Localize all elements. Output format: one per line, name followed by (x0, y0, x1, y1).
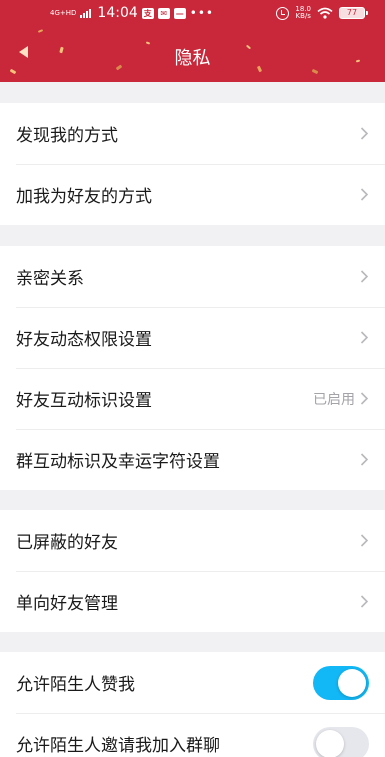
status-bar: 4G+HD 14:04 支 ✉ — ••• 18.0 KB/s 77 (0, 0, 385, 28)
row-label: 单向好友管理 (16, 594, 118, 614)
friend-interaction-badge-item[interactable]: 好友互动标识设置 已启用 (0, 368, 385, 429)
status-value: 已启用 (313, 391, 355, 408)
row-label: 群互动标识及幸运字符设置 (16, 452, 220, 472)
battery-icon: 77 (339, 7, 368, 19)
row-label: 加我为好友的方式 (16, 187, 152, 207)
add-friend-method-item[interactable]: 加我为好友的方式 (0, 164, 385, 225)
mail-notification-icon: ✉ (157, 7, 170, 19)
row-divider (16, 368, 385, 369)
chevron-right-icon (360, 392, 369, 405)
alipay-notification-icon: 支 (141, 7, 154, 19)
chevron-right-icon (360, 595, 369, 608)
row-label: 已屏蔽的好友 (16, 533, 118, 553)
app-notification-icon: — (173, 7, 186, 19)
allow-stranger-like-item: 允许陌生人赞我 (0, 652, 385, 713)
row-label: 允许陌生人邀请我加入群聊 (16, 736, 220, 756)
stranger-settings-group: 允许陌生人赞我 允许陌生人邀请我加入群聊 (0, 652, 385, 757)
chevron-right-icon (360, 127, 369, 140)
row-label: 发现我的方式 (16, 126, 118, 146)
row-label: 亲密关系 (16, 269, 84, 289)
confetti-decoration (37, 29, 44, 33)
discovery-settings-group: 发现我的方式 加我为好友的方式 (0, 103, 385, 225)
chevron-right-icon (360, 453, 369, 466)
status-time: 14:04 (97, 5, 138, 21)
friend-settings-group: 亲密关系 好友动态权限设置 好友互动标识设置 已启用 群互动标识及幸运字符设置 (0, 246, 385, 490)
row-divider (16, 164, 385, 165)
row-divider (16, 713, 385, 714)
toggle-knob (338, 669, 366, 697)
chevron-right-icon (360, 188, 369, 201)
row-divider (16, 307, 385, 308)
title-bar: 4G+HD 14:04 支 ✉ — ••• 18.0 KB/s 77 隐私 (0, 0, 385, 82)
blocked-friends-group: 已屏蔽的好友 单向好友管理 (0, 510, 385, 632)
row-label: 允许陌生人赞我 (16, 675, 135, 695)
one-way-friends-item[interactable]: 单向好友管理 (0, 571, 385, 632)
page-title: 隐私 (174, 48, 211, 69)
network-speed: 18.0 KB/s (295, 6, 311, 20)
allow-stranger-group-invite-toggle[interactable] (313, 727, 369, 757)
toggle-knob (316, 730, 344, 757)
intimate-relationship-item[interactable]: 亲密关系 (0, 246, 385, 307)
alarm-icon (276, 6, 290, 20)
feed-permission-item[interactable]: 好友动态权限设置 (0, 307, 385, 368)
row-label: 好友互动标识设置 (16, 391, 152, 411)
signal-icon (80, 8, 92, 18)
chevron-right-icon (360, 270, 369, 283)
discovery-method-item[interactable]: 发现我的方式 (0, 103, 385, 164)
allow-stranger-like-toggle[interactable] (313, 666, 369, 700)
blocked-friends-item[interactable]: 已屏蔽的好友 (0, 510, 385, 571)
speed-unit: KB/s (295, 12, 311, 20)
wifi-icon (317, 7, 333, 19)
more-notifications-icon: ••• (189, 6, 214, 20)
group-interaction-badge-item[interactable]: 群互动标识及幸运字符设置 (0, 429, 385, 490)
row-divider (16, 571, 385, 572)
chevron-right-icon (360, 331, 369, 344)
network-type: 4G+HD (50, 8, 77, 17)
allow-stranger-group-invite-item: 允许陌生人邀请我加入群聊 (0, 713, 385, 757)
row-divider (16, 429, 385, 430)
row-label: 好友动态权限设置 (16, 330, 152, 350)
chevron-right-icon (360, 534, 369, 547)
